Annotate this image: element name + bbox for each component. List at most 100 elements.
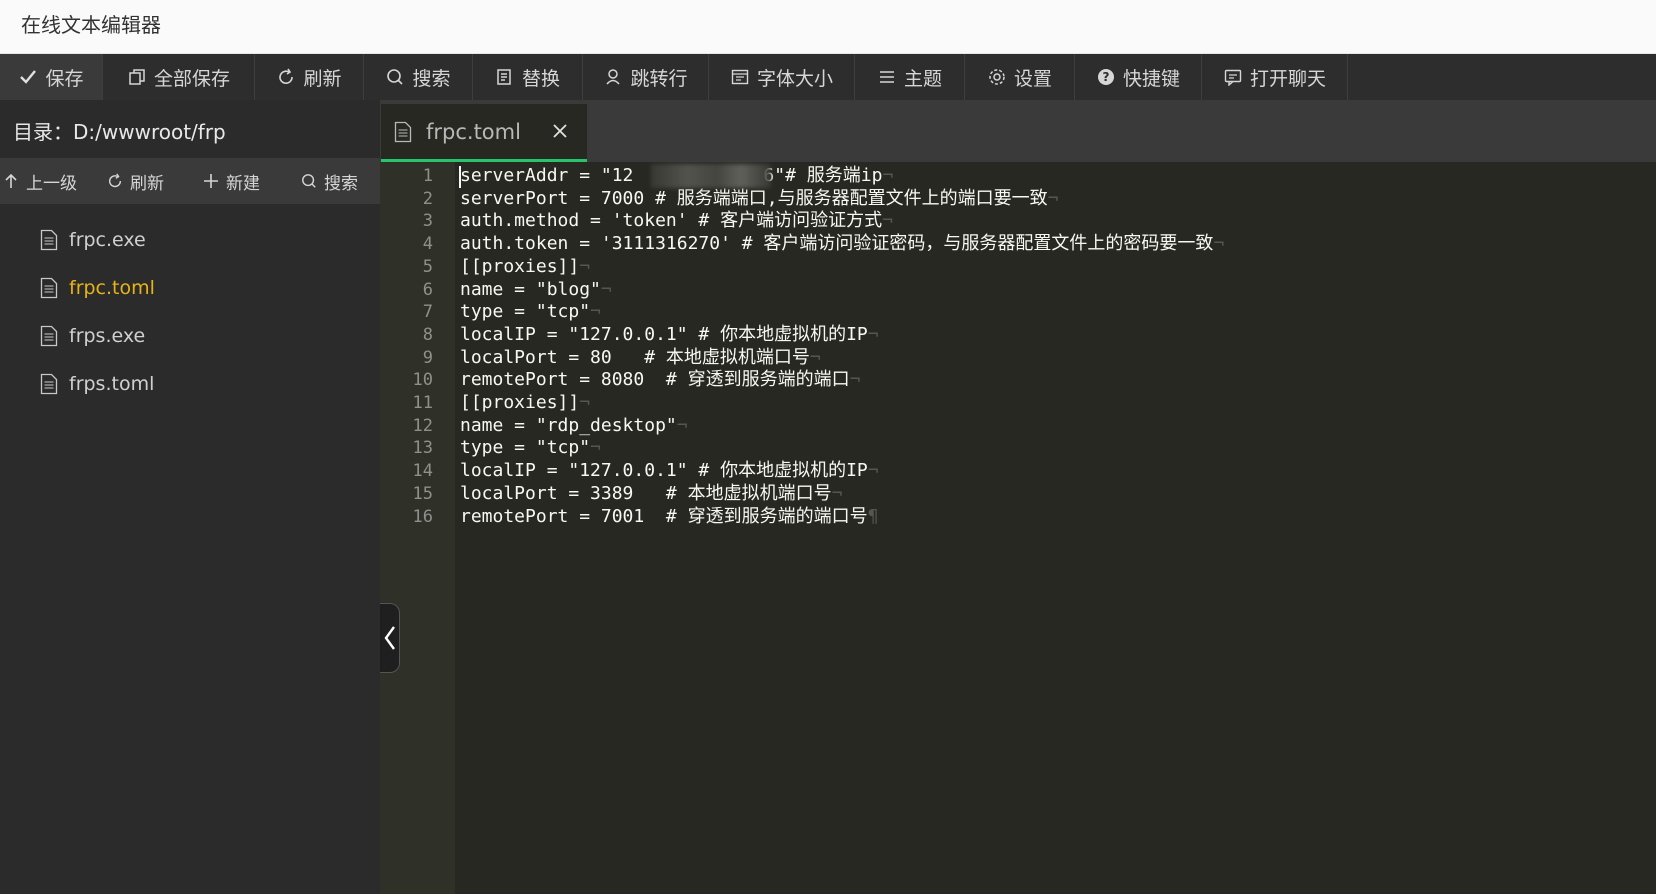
save-label: 保存 <box>45 67 84 90</box>
file-icon <box>394 121 412 143</box>
open-chat-label: 打开聊天 <box>1249 67 1326 90</box>
file-icon <box>40 229 58 251</box>
file-item-frpc-exe[interactable]: frpc.exe <box>0 216 380 264</box>
file-name: frpc.toml <box>69 277 155 299</box>
sidebar-refresh-button[interactable]: 刷新 <box>106 158 202 204</box>
goto-line-button[interactable]: 跳转行 <box>583 54 709 100</box>
file-sidebar: 目录：D:/wwwroot/frp 上一级 刷新 新建 搜索 frpc.exe … <box>0 100 380 894</box>
file-icon <box>40 325 58 347</box>
open-chat-button[interactable]: 打开聊天 <box>1202 54 1348 100</box>
line-number: 15 <box>412 483 433 504</box>
text-caret <box>459 166 461 188</box>
tab-frpc-toml[interactable]: frpc.toml <box>381 104 587 162</box>
close-icon[interactable] <box>549 120 571 142</box>
search-icon <box>385 67 405 87</box>
new-file-button[interactable]: 新建 <box>202 158 300 204</box>
code-line[interactable]: localIP = "127.0.0.1" # 你本地虚拟机的IP¬ <box>460 459 879 483</box>
refresh-label: 刷新 <box>303 67 342 90</box>
code-line[interactable]: auth.method = 'token' # 客户端访问验证方式¬ <box>460 209 893 233</box>
directory-path: 目录：D:/wwwroot/frp <box>0 100 380 158</box>
code-line[interactable]: type = "tcp"¬ <box>460 436 601 460</box>
search-icon <box>300 172 318 190</box>
font-size-icon <box>730 67 750 87</box>
line-number: 1 <box>422 166 433 186</box>
plus-icon <box>202 172 220 190</box>
font-size-button[interactable]: 字体大小 <box>709 54 855 100</box>
file-name: frpc.exe <box>69 229 146 251</box>
copy-icon <box>127 67 147 87</box>
replace-label: 替换 <box>521 67 560 90</box>
code-line[interactable]: type = "tcp"¬ <box>460 300 601 324</box>
chat-icon <box>1223 67 1243 87</box>
end-of-line-marker: ¶ <box>867 505 879 527</box>
code-line[interactable]: remotePort = 7001 # 穿透到服务端的端口号¶ <box>460 505 878 529</box>
file-icon <box>40 373 58 395</box>
collapse-sidebar-handle[interactable] <box>380 603 400 673</box>
chevron-left-icon <box>384 625 396 651</box>
code-line[interactable]: name = "blog"¬ <box>460 278 612 302</box>
parent-dir-label: 上一级 <box>26 173 77 194</box>
replace-button[interactable]: 替换 <box>473 54 583 100</box>
settings-button[interactable]: 设置 <box>965 54 1075 100</box>
line-number: 3 <box>422 211 433 232</box>
line-number: 10 <box>412 370 433 391</box>
file-list: frpc.exe frpc.toml frps.exe frps.toml <box>0 216 380 408</box>
line-number: 14 <box>412 461 433 482</box>
code-line[interactable]: localPort = 3389 # 本地虚拟机端口号¬ <box>460 482 842 506</box>
end-of-line-marker: ¬ <box>882 165 894 186</box>
goto-line-label: 跳转行 <box>630 67 688 90</box>
end-of-line-marker: ¬ <box>849 369 861 391</box>
refresh-icon <box>276 67 296 87</box>
file-item-frps-exe[interactable]: frps.exe <box>0 312 380 360</box>
line-number: 8 <box>422 324 433 345</box>
file-name: frps.toml <box>69 373 155 395</box>
file-item-frpc-toml[interactable]: frpc.toml <box>0 264 380 312</box>
parent-dir-button[interactable]: 上一级 <box>2 158 106 204</box>
settings-label: 设置 <box>1013 67 1052 90</box>
code-line[interactable]: name = "rdp_desktop"¬ <box>460 414 688 438</box>
tab-bar: frpc.toml <box>380 100 1656 162</box>
end-of-line-marker: ¬ <box>590 437 601 459</box>
save-all-button[interactable]: 全部保存 <box>103 54 255 100</box>
end-of-line-marker: ¬ <box>831 482 843 504</box>
toolbar: 保存 全部保存 刷新 搜索 替换 跳转行 字体大小 主题 设置 ? 快捷键 打开… <box>0 54 1656 100</box>
line-number: 4 <box>422 234 433 255</box>
search-button[interactable]: 搜索 <box>364 54 473 100</box>
help-icon: ? <box>1096 67 1116 87</box>
line-number: 2 <box>422 188 433 209</box>
title-bar: 在线文本编辑器 <box>0 0 1656 54</box>
refresh-icon <box>106 172 124 190</box>
search-label: 搜索 <box>412 67 451 90</box>
shortcuts-button[interactable]: ? 快捷键 <box>1075 54 1202 100</box>
redacted-region <box>651 164 771 188</box>
directory-value: D:/wwwroot/frp <box>73 120 226 144</box>
code-lines[interactable]: 1 serverAddr = "12 6"# 服务端ip¬ 2 serverPort … <box>380 162 1656 762</box>
code-line[interactable]: auth.token = '3111316270' # 客户端访问验证密码，与服… <box>460 232 1224 256</box>
line-number: 12 <box>412 415 433 436</box>
file-name: frps.exe <box>69 325 146 347</box>
file-item-frps-toml[interactable]: frps.toml <box>0 360 380 408</box>
code-line[interactable]: serverPort = 7000 # 服务端端口,与服务器配置文件上的端口要一… <box>460 187 1058 211</box>
end-of-line-marker: ¬ <box>867 460 879 482</box>
code-line[interactable]: localPort = 80 # 本地虚拟机端口号¬ <box>460 346 821 370</box>
refresh-button[interactable]: 刷新 <box>255 54 364 100</box>
save-button[interactable]: 保存 <box>0 54 103 100</box>
sidebar-search-button[interactable]: 搜索 <box>300 158 376 204</box>
goto-line-icon <box>603 67 623 87</box>
code-line[interactable]: [[proxies]]¬ <box>460 391 590 415</box>
line-number: 11 <box>412 393 433 413</box>
theme-button[interactable]: 主题 <box>855 54 965 100</box>
new-file-label: 新建 <box>226 173 260 194</box>
line-number: 13 <box>412 438 433 459</box>
arrow-up-icon <box>2 172 20 190</box>
menu-icon <box>877 67 897 87</box>
code-line[interactable]: localIP = "127.0.0.1" # 你本地虚拟机的IP¬ <box>460 323 879 347</box>
end-of-line-marker: ¬ <box>579 255 591 277</box>
app-title: 在线文本编辑器 <box>21 13 161 37</box>
end-of-line-marker: ¬ <box>590 301 601 323</box>
code-line[interactable]: [[proxies]]¬ <box>460 255 590 279</box>
font-size-label: 字体大小 <box>756 67 833 90</box>
code-line[interactable]: remotePort = 8080 # 穿透到服务端的端口¬ <box>460 368 860 392</box>
end-of-line-marker: ¬ <box>600 278 612 300</box>
theme-label: 主题 <box>903 67 942 90</box>
